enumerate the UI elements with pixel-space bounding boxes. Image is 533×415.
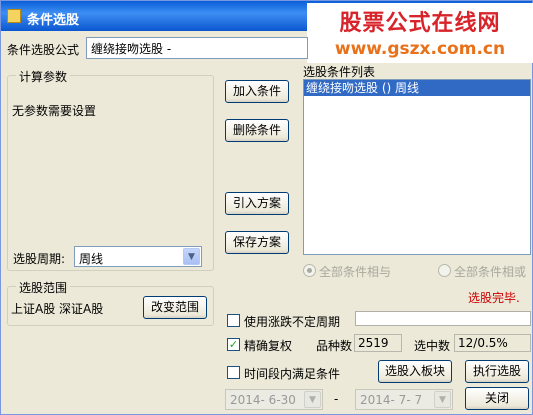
stock-count-field: 2519 (354, 334, 402, 352)
save-plan-button[interactable]: 保存方案 (225, 231, 289, 254)
time-period-label: 时间段内满足条件 (244, 367, 341, 381)
chevron-down-icon[interactable]: ▼ (304, 391, 321, 408)
execute-button[interactable]: 执行选股 (465, 360, 529, 383)
end-date-picker[interactable]: 2014- 7- 7 ▼ (355, 389, 453, 410)
change-range-button[interactable]: 改变范围 (143, 296, 207, 319)
add-condition-button[interactable]: 加入条件 (225, 80, 289, 103)
stock-count-label: 品种数 (316, 339, 353, 353)
import-plan-button[interactable]: 引入方案 (225, 192, 289, 215)
delete-condition-button[interactable]: 删除条件 (225, 119, 289, 142)
condition-list[interactable]: 缠绕接吻选股 () 周线 (303, 79, 531, 255)
selected-count-label: 选中数 (414, 339, 451, 353)
formula-value: 缠绕接吻选股 - (91, 42, 172, 56)
stock-count-value: 2519 (358, 336, 389, 350)
chevron-down-icon[interactable]: ▼ (434, 391, 451, 408)
time-period-checkbox[interactable] (227, 366, 240, 379)
params-text: 无参数需要设置 (12, 104, 97, 118)
chevron-down-icon[interactable]: ▼ (183, 248, 200, 265)
app-icon (7, 9, 21, 23)
range-value: 上证A股 深证A股 (11, 302, 104, 316)
selected-count-field: 12/0.5% (454, 334, 531, 352)
progress-bar (355, 311, 531, 326)
start-date-value: 2014- 6-30 (230, 393, 296, 407)
range-group-title: 选股范围 (16, 279, 71, 296)
condition-stock-picker-window: 条件选股 股票公式在线网 www.gszx.com.cn 条件选股公式 缠绕接吻… (0, 0, 533, 415)
condition-list-label: 选股条件列表 (303, 65, 376, 79)
params-group: 计算参数 无参数需要设置 选股周期: 周线 ▼ (7, 68, 214, 271)
variable-period-label: 使用涨跌不定周期 (244, 315, 341, 329)
formula-field[interactable]: 缠绕接吻选股 - (86, 37, 308, 59)
site-watermark: 股票公式在线网 www.gszx.com.cn (307, 3, 533, 63)
watermark-url: www.gszx.com.cn (334, 39, 506, 59)
all-and-radio[interactable] (303, 264, 316, 277)
start-date-picker[interactable]: 2014- 6-30 ▼ (225, 389, 323, 410)
date-separator: - (334, 392, 339, 406)
precise-rights-label: 精确复权 (244, 339, 293, 353)
close-button[interactable]: 关闭 (465, 387, 529, 410)
condition-list-item[interactable]: 缠绕接吻选股 () 周线 (304, 80, 530, 96)
status-text: 选股完毕. (468, 291, 520, 305)
period-select[interactable]: 周线 ▼ (74, 246, 202, 267)
watermark-site-name: 股票公式在线网 (339, 11, 501, 36)
to-block-button[interactable]: 选股入板块 (378, 360, 452, 383)
selected-count-value: 12/0.5% (458, 336, 508, 350)
window-title: 条件选股 (27, 13, 80, 28)
all-or-radio[interactable] (438, 264, 451, 277)
all-or-label: 全部条件相或 (454, 265, 527, 279)
all-and-label: 全部条件相与 (319, 265, 392, 279)
period-label: 选股周期: (13, 252, 66, 266)
variable-period-checkbox[interactable] (227, 314, 240, 327)
end-date-value: 2014- 7- 7 (360, 393, 423, 407)
period-value: 周线 (79, 252, 104, 266)
params-group-title: 计算参数 (16, 68, 71, 85)
precise-rights-checkbox[interactable]: ✓ (227, 338, 240, 351)
formula-label: 条件选股公式 (7, 43, 80, 57)
